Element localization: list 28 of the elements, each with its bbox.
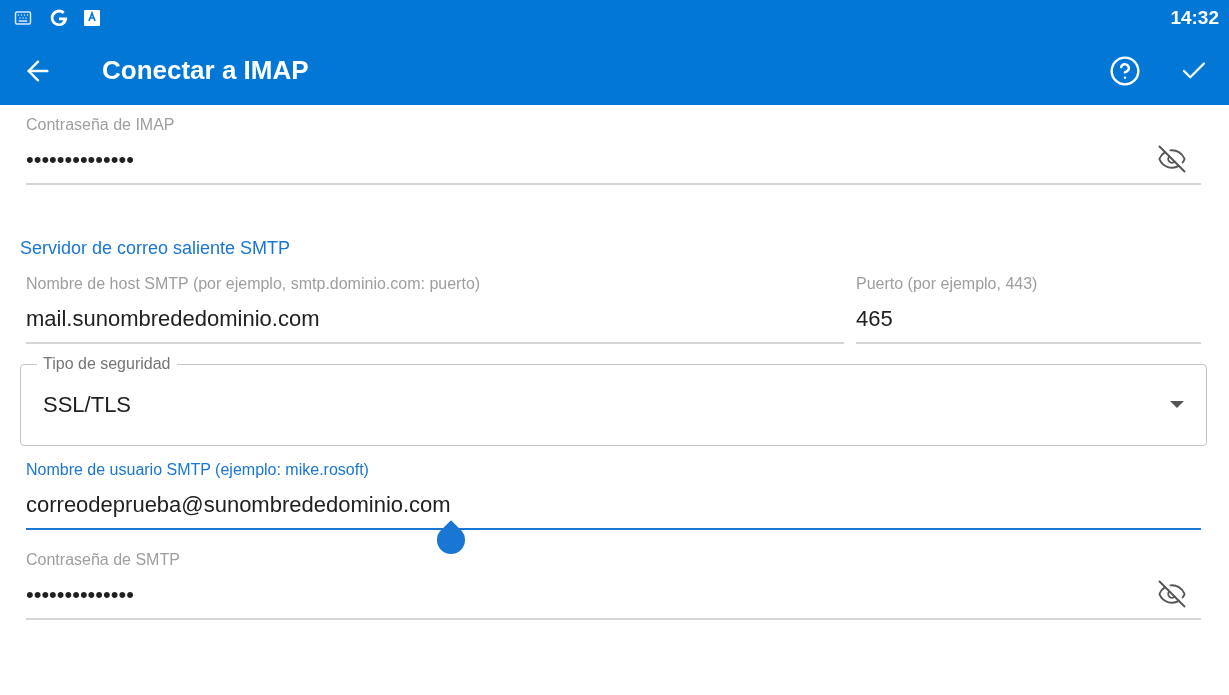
input-field[interactable]: •••••••••••••• xyxy=(26,570,1201,620)
dropdown-label: Tipo de seguridad xyxy=(42,354,172,374)
section-heading: Servidor de correo saliente SMTP xyxy=(20,237,292,260)
input-field[interactable]: •••••••••••••• xyxy=(26,135,1201,185)
input-field[interactable]: 465 xyxy=(856,294,1201,344)
field-value: •••••••••••••• xyxy=(26,580,134,609)
field-value: •••••••••••••• xyxy=(26,145,134,174)
dropdown-caret-icon[interactable] xyxy=(1170,400,1184,408)
dropdown-field[interactable]: Tipo de seguridad SSL/TLS xyxy=(20,354,1207,446)
field-value: 465 xyxy=(856,304,893,333)
field-value: mail.sunombrededominio.com xyxy=(26,304,320,333)
keyboard-icon xyxy=(12,9,34,27)
dropdown-value: SSL/TLS xyxy=(43,390,132,419)
field-label: Contraseña de IMAP xyxy=(26,115,176,135)
g-letter-icon xyxy=(48,7,70,29)
field-label: Puerto (por ejemplo, 443) xyxy=(856,274,1039,294)
field-value: correodeprueba@sunombrededominio.com xyxy=(26,487,451,521)
status-time: 14:32 xyxy=(1170,5,1219,30)
field-label: Nombre de usuario SMTP (ejemplo: mike.rosoft) xyxy=(26,460,370,480)
field-label: Contraseña de SMTP xyxy=(26,550,181,570)
input-field[interactable]: mail.sunombrededominio.com xyxy=(26,294,844,344)
eye-off-icon[interactable] xyxy=(1157,144,1187,174)
screen-title: Conectar a IMAP xyxy=(102,54,309,87)
eye-off-icon[interactable] xyxy=(1157,579,1187,609)
field-label: Nombre de host SMTP (por ejemplo, smtp.dominio.com: puerto) xyxy=(26,274,482,294)
help-icon[interactable] xyxy=(1109,54,1141,87)
a-square-icon xyxy=(84,10,100,26)
input-field[interactable]: correodeprueba@sunombrededominio.com xyxy=(26,480,1201,530)
